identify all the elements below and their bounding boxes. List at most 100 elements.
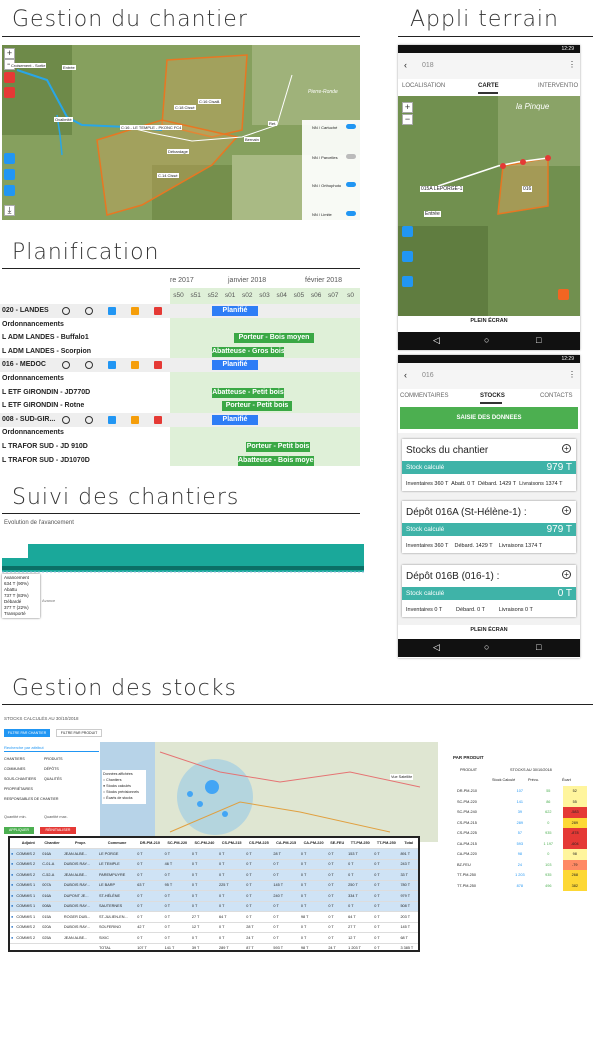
product-row[interactable]: BZ-FEU 24 103 -79	[455, 859, 587, 870]
filter-dropdown[interactable]: COMMUNES	[4, 767, 25, 771]
product-row[interactable]: CA-PM-215 593 1 197 -604	[455, 838, 587, 849]
filter-dropdown[interactable]: PRODUITS	[44, 757, 63, 761]
header-cell[interactable]: SC-PM-220	[163, 838, 191, 849]
planning-row[interactable]: 020 - LANDES Planifié	[0, 304, 360, 318]
home-nav-icon[interactable]: ○	[484, 335, 489, 345]
table-row[interactable]: ● COMMIS 2 C-01-A DUBOIS RAY... LE TEMPLE 0 T…	[10, 859, 418, 870]
apply-button[interactable]: APPLIQUER	[4, 827, 34, 834]
product-row[interactable]: TT-PM-250 878 496 382	[455, 880, 587, 891]
delete-icon[interactable]	[4, 87, 15, 98]
product-row[interactable]: CA-PM-220 98 0 98	[455, 849, 587, 860]
layer-toggle[interactable]	[346, 211, 356, 216]
filter-dropdown[interactable]: CHANTIERS	[4, 757, 25, 761]
fullscreen-icon[interactable]	[4, 185, 15, 196]
reset-button[interactable]: RÉINITIALISER	[40, 827, 76, 834]
back-arrow-icon[interactable]: ‹	[404, 60, 407, 70]
header-cell[interactable]: Adjoint	[15, 838, 42, 849]
orders-icon[interactable]	[131, 361, 139, 370]
recent-nav-icon[interactable]: □	[536, 335, 541, 345]
locate-icon[interactable]	[402, 251, 413, 262]
header-cell[interactable]: Commune	[97, 838, 137, 849]
tab-carte[interactable]: CARTE	[478, 83, 499, 89]
legend-item[interactable]: ○ Écarts de stocks	[103, 795, 145, 801]
warning-icon[interactable]	[154, 415, 162, 424]
qty-max-field[interactable]: Quantité max.	[44, 815, 68, 819]
search-input[interactable]: Recherche par attribut	[4, 745, 44, 750]
planning-row[interactable]: L TRAFOR SUD - JD1070D Abatteuse - Bois m…	[0, 454, 360, 466]
recent-nav-icon[interactable]: □	[536, 642, 541, 652]
more-icon[interactable]: ⋮	[568, 370, 576, 379]
add-icon[interactable]: +	[562, 444, 571, 453]
alarm-off-icon[interactable]	[85, 415, 93, 424]
table-row[interactable]: ● COMMIS 2 025A JEAN ALBE... SIXIC 0 T0 T0 T0…	[10, 932, 418, 944]
header-cell[interactable]: Chantier	[41, 838, 63, 849]
product-row[interactable]: DR-PM-210 107 55 52	[455, 786, 587, 797]
list-icon[interactable]	[402, 226, 413, 237]
planning-bar[interactable]: Planifié	[212, 306, 258, 316]
table-row[interactable]: ● COMMIS 2 020A DUBOIS RAY... SOLFERINO 42 T0…	[10, 922, 418, 933]
list-icon[interactable]	[4, 153, 15, 164]
table-row[interactable]: ● COMMIS 1 007A DUBOIS RAY... LE BARP 63 T 95 …	[10, 880, 418, 891]
filter-by-produit-button[interactable]: FILTRE PAR PRODUIT	[56, 729, 102, 737]
filter-dropdown[interactable]: PROPRIÉTAIRES	[4, 787, 33, 791]
planning-bar[interactable]: Porteur - Petit bois	[222, 401, 292, 412]
planning-bar[interactable]: Abatteuse - Gros bois	[212, 346, 284, 357]
planning-bar[interactable]: Porteur - Petit bois	[246, 442, 310, 452]
planning-row[interactable]: L ADM LANDES - Buffalo1 Porteur - Bois mo…	[0, 331, 360, 345]
home-nav-icon[interactable]: ○	[484, 642, 489, 652]
layers-icon[interactable]	[558, 289, 569, 300]
orders-icon[interactable]	[131, 415, 139, 424]
product-row[interactable]: SC-PM-240 39 622 -583	[455, 807, 587, 818]
table-row[interactable]: ● COMMIS 2 016A JEAN ALBE... LE PORGE 0 T0 T0…	[10, 848, 418, 860]
saisie-button[interactable]: SAISIE DES DONNEES	[400, 407, 578, 429]
table-row[interactable]: ● COMMIS 1 008A DUBOIS RAY... SAUTERNES 0 T0 …	[10, 901, 418, 912]
filter-dropdown[interactable]: SOUS-CHANTIERS	[4, 777, 36, 781]
more-icon[interactable]: ⋮	[568, 60, 576, 69]
filter-by-chantier-button[interactable]: FILTRE PAR CHANTIER	[4, 729, 50, 737]
back-nav-icon[interactable]: ◁	[433, 335, 440, 346]
planning-row[interactable]: L ADM LANDES - Scorpion Abatteuse - Gros …	[0, 345, 360, 359]
fullscreen-button[interactable]: PLEIN ÉCRAN	[398, 627, 580, 633]
header-cell[interactable]: SE-FEU	[327, 838, 348, 849]
header-cell[interactable]: TT-PM-250	[373, 838, 400, 849]
locate-icon[interactable]	[4, 169, 15, 180]
back-arrow-icon[interactable]: ‹	[404, 370, 407, 380]
tab-intervention[interactable]: INTERVENTIO	[538, 83, 578, 89]
qty-min-field[interactable]: Quantité min.	[4, 815, 27, 819]
layer-toggle[interactable]	[346, 154, 356, 159]
zoom-in-button[interactable]: +	[402, 102, 413, 113]
fullscreen-button[interactable]: PLEIN ÉCRAN	[398, 318, 580, 324]
planning-row[interactable]: Ordonnancements	[0, 318, 360, 332]
add-icon[interactable]: +	[562, 506, 571, 515]
product-row[interactable]: CS-PM-215 289 0 289	[455, 817, 587, 828]
planning-row[interactable]: L ETF GIRONDIN - Rotne Porteur - Petit bo…	[0, 399, 360, 413]
filter-dropdown[interactable]: QUALITÉS	[44, 777, 62, 781]
back-icon[interactable]	[4, 72, 15, 83]
filter-dropdown[interactable]: DÉPÔTS	[44, 767, 59, 771]
planning-bar[interactable]: Porteur - Bois moyen	[234, 333, 314, 344]
download-icon[interactable]: ⤓	[4, 205, 15, 216]
document-icon[interactable]	[108, 415, 116, 424]
info-icon[interactable]	[62, 307, 70, 315]
table-row[interactable]: ● COMMIS 1 016A DUPONT JE... ST-HÉLÈNE 0 T0 T…	[10, 890, 418, 902]
document-icon[interactable]	[108, 361, 116, 370]
planning-bar[interactable]: Planifié	[212, 414, 258, 425]
layer-toggle[interactable]	[346, 182, 356, 187]
product-row[interactable]: TT-PM-250 1 203 935 268	[455, 870, 587, 881]
tab-localisation[interactable]: LOCALISATION	[402, 83, 445, 89]
alarm-off-icon[interactable]	[85, 361, 93, 370]
zoom-out-button[interactable]: −	[402, 114, 413, 125]
planning-bar[interactable]: Abatteuse - Bois moyen	[238, 455, 314, 466]
info-icon[interactable]	[62, 361, 70, 370]
planning-row[interactable]: L ETF GIRONDIN - JD770D Abatteuse - Petit…	[0, 386, 360, 400]
chantier-map[interactable]: + − ⤓ Entrée C:16 Cisaill. Débardage Ret…	[2, 45, 360, 220]
stocks-map[interactable]: Données affichées ○ Chantiers ● Stocks c…	[100, 742, 438, 842]
header-cell[interactable]: TT-PM-250	[347, 838, 374, 849]
fullscreen-icon[interactable]	[402, 276, 413, 287]
phone-map[interactable]: + − la Pinque 015A LEPORGE-1 Entrée 016	[398, 96, 580, 316]
document-icon[interactable]	[108, 307, 116, 315]
planning-row[interactable]: Ordonnancements	[0, 372, 360, 386]
planning-row[interactable]: L TRAFOR SUD - JD 910D Porteur - Petit bo…	[0, 440, 360, 454]
planning-bar[interactable]: Abatteuse - Petit bois	[212, 387, 284, 398]
header-cell[interactable]: SC-PM-240	[190, 838, 219, 849]
